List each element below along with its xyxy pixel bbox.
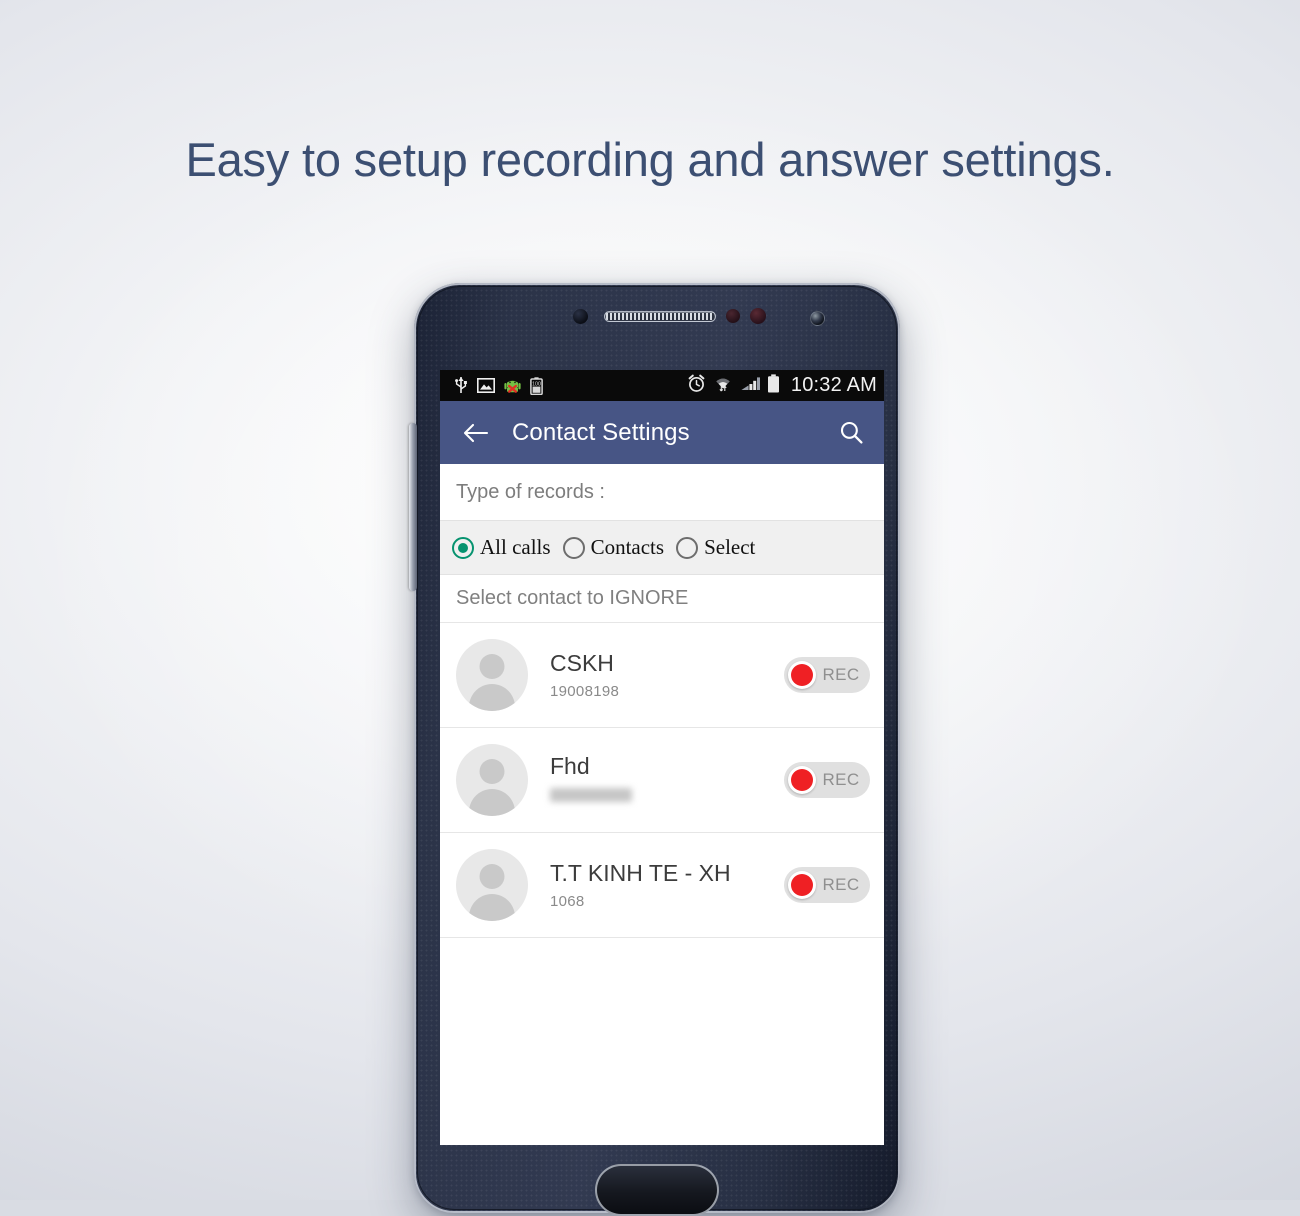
- records-type-label: Type of records :: [440, 464, 884, 520]
- radio-option-contacts[interactable]: Contacts: [562, 535, 675, 560]
- proximity-sensor-icon: [573, 309, 588, 324]
- record-dot-icon: [791, 769, 813, 791]
- svg-text:100: 100: [532, 381, 541, 387]
- battery-icon: [767, 373, 780, 398]
- contact-row[interactable]: T.T KINH TE - XH 1068 REC: [440, 833, 884, 938]
- radio-option-select[interactable]: Select: [676, 535, 765, 560]
- front-camera-icon: [810, 311, 825, 326]
- promo-headline: Easy to setup recording and answer setti…: [185, 133, 1115, 186]
- contact-number-redacted: [550, 788, 632, 803]
- contact-row[interactable]: CSKH 19008198 REC: [440, 623, 884, 728]
- record-toggle-label: REC: [822, 665, 860, 684]
- earpiece-speaker: [604, 311, 716, 322]
- earpiece-mesh: [606, 313, 714, 320]
- record-toggle[interactable]: REC: [784, 657, 870, 693]
- ignore-list-header: Select contact to IGNORE: [440, 575, 884, 623]
- contact-number: 19008198: [550, 683, 620, 701]
- app-bar: Contact Settings: [440, 401, 884, 464]
- radio-option-all-calls[interactable]: All calls: [452, 535, 561, 560]
- avatar-body: [469, 894, 515, 921]
- home-button[interactable]: [595, 1164, 719, 1216]
- record-type-radio-group: All calls Contacts Select: [440, 520, 884, 575]
- radio-label-select: Select: [704, 535, 756, 559]
- contact-name: CSKH: [550, 649, 614, 676]
- light-sensor-icon: [726, 309, 740, 323]
- phone-mockup: 100 10:32 AM Contact Settings Type of re…: [409, 283, 900, 1216]
- contact-text-block: CSKH 19008198: [550, 650, 784, 700]
- signal-icon: [740, 374, 760, 397]
- volume-rocker-button[interactable]: [409, 423, 417, 591]
- contact-row[interactable]: Fhd REC: [440, 728, 884, 833]
- contact-text-block: T.T KINH TE - XH 1068: [550, 860, 784, 910]
- search-button[interactable]: [834, 416, 868, 450]
- battery-saver-icon: 100: [530, 376, 543, 395]
- record-toggle-knob: [788, 661, 816, 689]
- record-toggle-label: REC: [822, 875, 860, 894]
- alarm-icon: [687, 374, 706, 398]
- radio-label-all-calls: All calls: [480, 535, 551, 559]
- avatar-placeholder-icon: [456, 849, 528, 921]
- arrow-back-icon: [463, 423, 488, 442]
- page-title: Contact Settings: [512, 418, 690, 446]
- record-toggle-knob: [788, 871, 816, 899]
- screenshot-icon: [477, 378, 495, 393]
- avatar-head: [479, 864, 505, 889]
- avatar-body: [469, 789, 515, 816]
- radio-circle-icon: [562, 536, 585, 559]
- radio-circle-icon: [452, 536, 474, 559]
- radio-circle-icon: [676, 536, 699, 559]
- wifi-icon: [713, 374, 733, 397]
- record-toggle[interactable]: REC: [784, 867, 870, 903]
- android-error-icon: [504, 377, 521, 395]
- contact-name: T.T KINH TE - XH: [550, 859, 731, 886]
- status-bar-right-icons: 10:32 AM: [687, 373, 877, 398]
- search-icon: [840, 421, 863, 444]
- status-bar: 100 10:32 AM: [440, 370, 884, 401]
- avatar-body: [469, 684, 515, 711]
- notification-led-icon: [750, 308, 766, 324]
- radio-label-contacts: Contacts: [590, 535, 665, 559]
- settings-content: Type of records : All calls Contacts Sel…: [440, 464, 884, 1145]
- contact-text-block: Fhd: [550, 753, 784, 807]
- avatar-placeholder-icon: [456, 639, 528, 711]
- avatar-placeholder-icon: [456, 744, 528, 816]
- usb-icon: [454, 376, 468, 395]
- phone-screen: 100 10:32 AM Contact Settings Type of re…: [440, 370, 884, 1145]
- status-bar-clock: 10:32 AM: [790, 374, 877, 396]
- contact-number: 1068: [550, 893, 585, 911]
- record-dot-icon: [791, 664, 813, 686]
- record-toggle-knob: [788, 766, 816, 794]
- record-toggle-label: REC: [822, 770, 860, 789]
- avatar-head: [479, 654, 505, 679]
- avatar-head: [479, 759, 505, 784]
- record-toggle[interactable]: REC: [784, 762, 870, 798]
- back-button[interactable]: [458, 416, 492, 450]
- record-dot-icon: [791, 874, 813, 896]
- contact-name: Fhd: [550, 752, 590, 779]
- status-bar-left-icons: 100: [454, 376, 543, 395]
